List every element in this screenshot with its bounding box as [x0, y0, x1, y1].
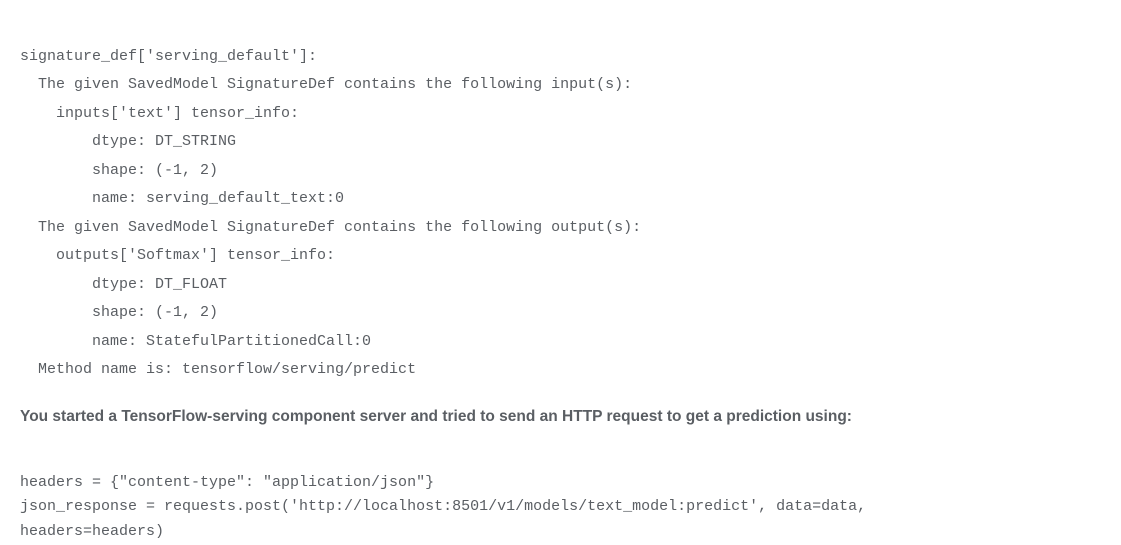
code-line: shape: (-1, 2): [20, 304, 218, 321]
code-line: headers = {"content-type": "application/…: [20, 474, 434, 491]
code-line: shape: (-1, 2): [20, 162, 218, 179]
code-line: headers=headers): [20, 523, 164, 540]
code-line: outputs['Softmax'] tensor_info:: [20, 247, 335, 264]
instruction-text: You started a TensorFlow-serving compone…: [20, 405, 1101, 428]
request-code-block: headers = {"content-type": "application/…: [20, 446, 1101, 545]
code-line: name: serving_default_text:0: [20, 190, 344, 207]
code-line: name: StatefulPartitionedCall:0: [20, 333, 371, 350]
code-line: Method name is: tensorflow/serving/predi…: [20, 361, 416, 378]
code-line: The given SavedModel SignatureDef contai…: [20, 76, 632, 93]
code-line: dtype: DT_FLOAT: [20, 276, 227, 293]
signature-def-block: signature_def['serving_default']: The gi…: [20, 14, 1101, 385]
code-line: dtype: DT_STRING: [20, 133, 236, 150]
code-line: json_response = requests.post('http://lo…: [20, 498, 866, 515]
code-line: inputs['text'] tensor_info:: [20, 105, 299, 122]
code-line: The given SavedModel SignatureDef contai…: [20, 219, 641, 236]
code-line: signature_def['serving_default']:: [20, 48, 317, 65]
